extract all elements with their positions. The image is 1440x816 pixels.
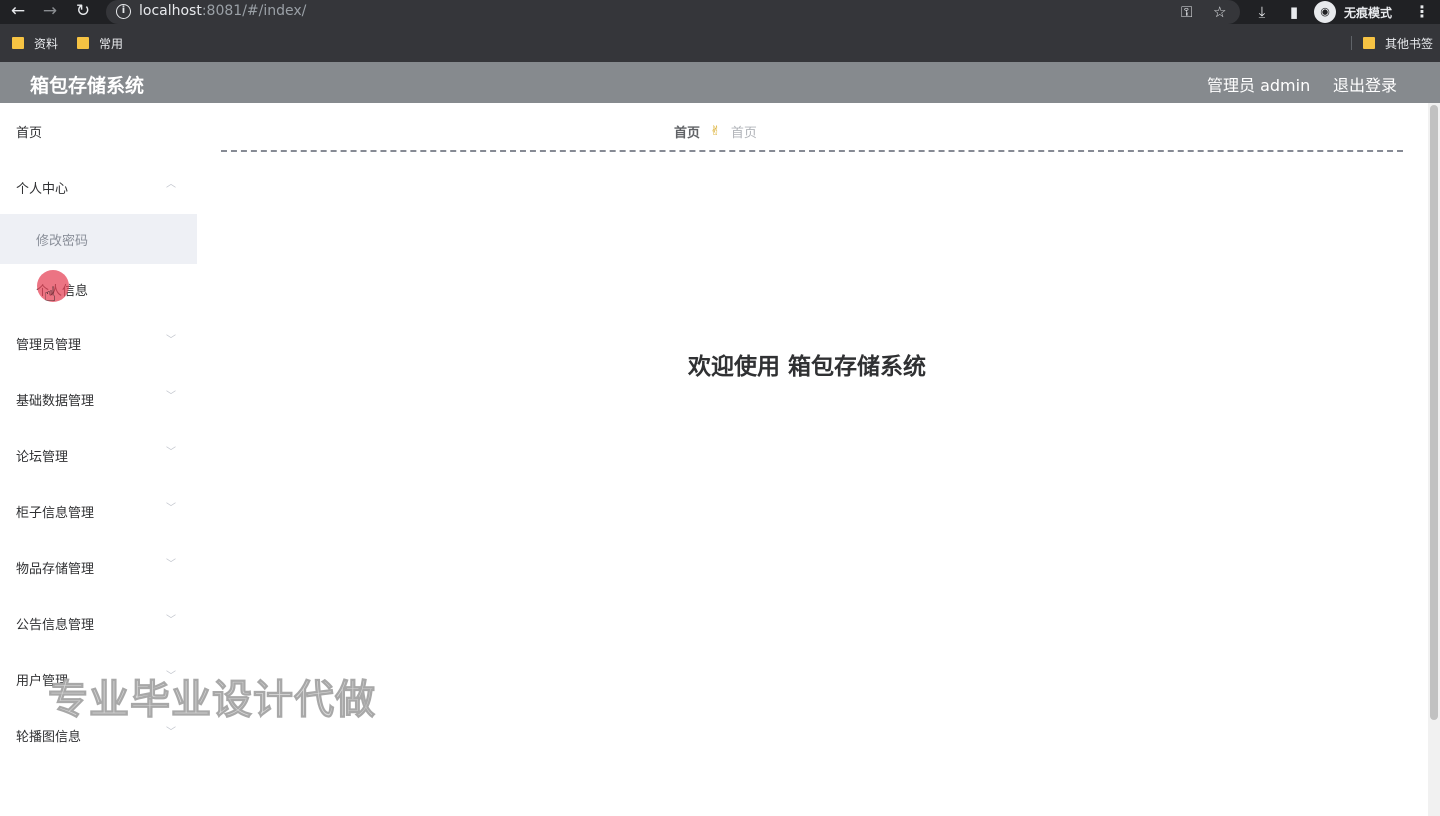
- sidebar-item-label: 轮播图信息: [16, 730, 82, 745]
- hand-icon: ✌: [710, 124, 721, 139]
- chevron-down-icon: ﹀: [166, 335, 176, 346]
- sidebar-item-basic-data[interactable]: 基础数据管理 ﹀: [0, 371, 197, 427]
- incognito-label: 无痕模式: [1344, 5, 1393, 20]
- sidebar-item-label: 首页: [16, 126, 43, 141]
- sidebar-item-label: 公告信息管理: [16, 618, 95, 633]
- address-bar[interactable]: i localhost:8081/#/index/ ⚿ ☆: [106, 0, 1240, 24]
- chevron-down-icon: ﹀: [166, 503, 176, 514]
- chevron-down-icon: ﹀: [166, 391, 176, 402]
- url-path: :8081/#/index/: [201, 3, 307, 19]
- sidebar-item-personal-center[interactable]: 个人中心 ︿: [0, 159, 197, 215]
- sidebar-item-label: 物品存储管理: [16, 562, 95, 577]
- site-info-icon[interactable]: i: [116, 4, 131, 19]
- current-user: 管理员 admin: [1207, 76, 1311, 95]
- app-title: 箱包存储系统: [30, 75, 145, 97]
- sidebar-item-home[interactable]: 首页: [0, 103, 197, 159]
- breadcrumb: 首页 ✌ 首页: [674, 122, 757, 141]
- chevron-down-icon: ﹀: [166, 727, 176, 738]
- browser-menu-icon[interactable]: ⋮: [1412, 0, 1432, 24]
- key-icon[interactable]: ⚿: [1181, 1, 1192, 23]
- browser-toolbar: ← → ↻ i localhost:8081/#/index/ ⚿ ☆ ⤓ ▮ …: [0, 0, 1440, 24]
- sidebar-item-label: 个人中心: [16, 182, 69, 197]
- sidebar-item-label: 柜子信息管理: [16, 506, 95, 521]
- side-panel-icon[interactable]: ▮: [1283, 0, 1305, 24]
- page-scrollbar[interactable]: [1428, 103, 1440, 816]
- sidebar-subitem-label: 修改密码: [36, 234, 89, 249]
- watermark-text: 专业毕业设计代做: [48, 677, 376, 724]
- sidebar-item-admin-management[interactable]: 管理员管理 ﹀: [0, 315, 197, 371]
- url-text[interactable]: localhost:8081/#/index/: [139, 3, 306, 19]
- logout-button[interactable]: 退出登录: [1333, 72, 1397, 96]
- download-icon[interactable]: ⤓: [1251, 0, 1273, 24]
- other-bookmarks[interactable]: 其他书签: [1363, 35, 1433, 51]
- incognito-indicator[interactable]: ◉ 无痕模式: [1314, 1, 1392, 23]
- chevron-up-icon: ︿: [166, 179, 176, 190]
- breadcrumb-current: 首页: [730, 126, 757, 141]
- bookmark-label: 常用: [99, 36, 124, 51]
- chevron-down-icon: ﹀: [166, 559, 176, 570]
- welcome-message: 欢迎使用 箱包存储系统: [688, 354, 927, 380]
- other-bookmarks-label: 其他书签: [1385, 36, 1434, 51]
- scrollbar-thumb[interactable]: [1430, 105, 1438, 720]
- forward-icon[interactable]: →: [38, 0, 62, 24]
- reload-icon[interactable]: ↻: [71, 0, 95, 24]
- bookmark-folder-0[interactable]: 资料: [12, 35, 58, 51]
- bookmark-folder-1[interactable]: 常用: [77, 35, 123, 51]
- sidebar-subitem-change-password[interactable]: 修改密码: [0, 214, 197, 264]
- bookmarks-bar: 资料 常用 其他书签: [0, 24, 1440, 62]
- sidebar-item-label: 基础数据管理: [16, 394, 95, 409]
- url-host: localhost: [139, 3, 202, 19]
- back-icon[interactable]: ←: [6, 0, 30, 24]
- sidebar-item-label: 管理员管理: [16, 338, 82, 353]
- star-icon[interactable]: ☆: [1213, 1, 1226, 23]
- pointer-hand-icon: ☝: [44, 282, 57, 306]
- app-header: 箱包存储系统 管理员 admin 退出登录: [0, 62, 1440, 103]
- sidebar-item-cabinet-info[interactable]: 柜子信息管理 ﹀: [0, 483, 197, 539]
- sidebar-subitem-personal-info[interactable]: 个人信息: [0, 264, 197, 314]
- sidebar-item-announcements[interactable]: 公告信息管理 ﹀: [0, 595, 197, 651]
- folder-icon: [77, 37, 89, 49]
- incognito-icon: ◉: [1314, 1, 1336, 23]
- bookmark-label: 资料: [34, 36, 59, 51]
- bookmark-separator: [1351, 36, 1352, 50]
- breadcrumb-divider: [221, 150, 1403, 152]
- sidebar-item-item-storage[interactable]: 物品存储管理 ﹀: [0, 539, 197, 595]
- sidebar-item-forum[interactable]: 论坛管理 ﹀: [0, 427, 197, 483]
- chevron-down-icon: ﹀: [166, 615, 176, 626]
- sidebar-item-label: 论坛管理: [16, 450, 69, 465]
- chevron-down-icon: ﹀: [166, 447, 176, 458]
- folder-icon: [12, 37, 24, 49]
- folder-icon: [1363, 37, 1375, 49]
- breadcrumb-home[interactable]: 首页: [674, 122, 700, 141]
